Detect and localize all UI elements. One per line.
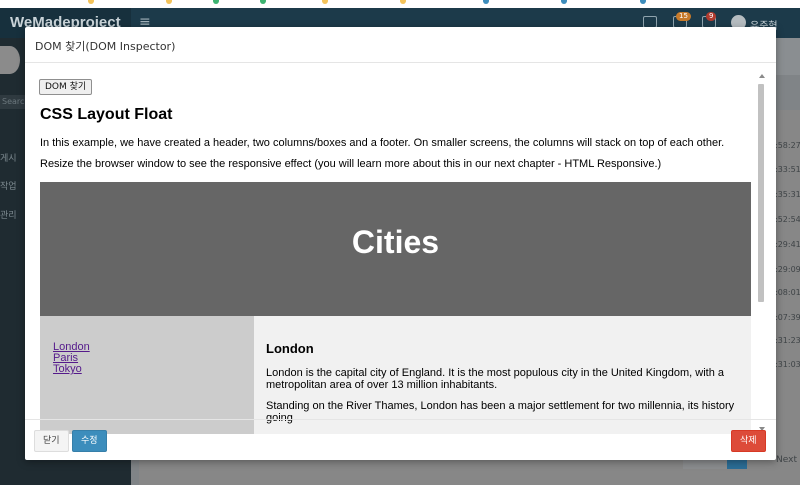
- resize-paragraph: Resize the browser window to see the res…: [40, 158, 662, 170]
- delete-button[interactable]: 삭제: [731, 430, 766, 452]
- intro-paragraph: In this example, we have created a heade…: [40, 137, 725, 149]
- city-article: London London is the capital city of Eng…: [254, 316, 751, 434]
- pagination-next[interactable]: Next: [776, 455, 797, 465]
- sidebar-item-work[interactable]: 작업: [0, 179, 17, 192]
- modal-header: DOM 찾기(DOM Inspector): [25, 27, 776, 63]
- modal-body: DOM 찾기 CSS Layout Float In this example,…: [33, 72, 792, 437]
- scroll-thumb[interactable]: [758, 84, 764, 302]
- nav-link-tokyo[interactable]: Tokyo: [53, 363, 82, 375]
- scroll-up-arrow-icon[interactable]: [759, 74, 765, 78]
- modal-title: DOM 찾기(DOM Inspector): [35, 40, 176, 53]
- dom-inspector-modal: DOM 찾기(DOM Inspector) DOM 찾기 CSS Layout …: [25, 27, 776, 460]
- modal-footer: 닫기 수정 삭제: [25, 419, 776, 460]
- sidebar-search-input[interactable]: Search: [0, 95, 29, 109]
- notification-badge: 15: [676, 12, 691, 21]
- cities-header: Cities: [40, 182, 751, 316]
- sidebar-avatar: [0, 46, 20, 74]
- preview-frame[interactable]: DOM 찾기 CSS Layout Float In this example,…: [33, 72, 767, 434]
- close-button[interactable]: 닫기: [34, 430, 69, 452]
- cities-title: Cities: [351, 224, 440, 260]
- article-heading: London: [266, 341, 314, 356]
- page-heading: CSS Layout Float: [40, 106, 173, 123]
- edit-button[interactable]: 수정: [72, 430, 107, 452]
- dom-find-button[interactable]: DOM 찾기: [39, 79, 93, 95]
- article-paragraph: London is the capital city of England. I…: [266, 367, 724, 391]
- city-nav: London Paris Tokyo: [40, 316, 254, 434]
- sidebar-item-board[interactable]: 게시: [0, 151, 17, 164]
- sidebar-item-admin[interactable]: 관리: [0, 208, 17, 221]
